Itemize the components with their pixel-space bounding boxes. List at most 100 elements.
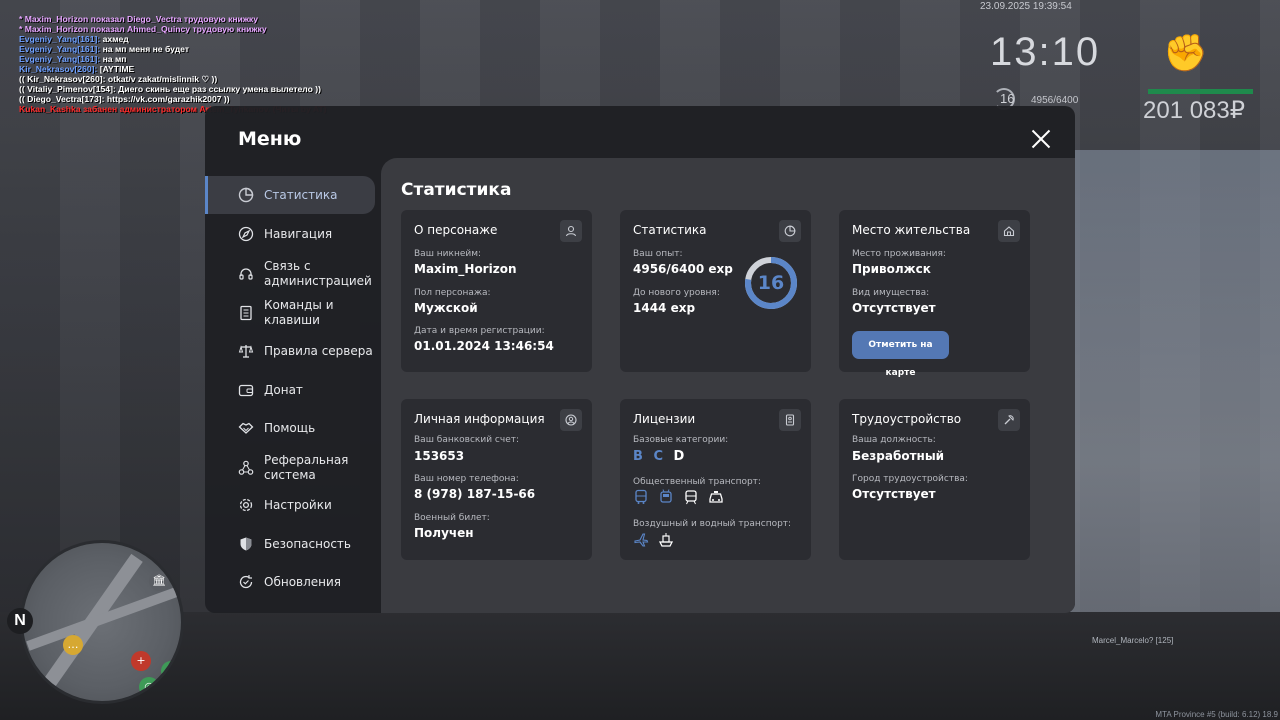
- bank-account-value: 153653: [414, 449, 465, 463]
- close-button[interactable]: [1030, 128, 1052, 150]
- exp-label: Ваш опыт:: [633, 249, 683, 259]
- fist-icon: ✊: [1163, 33, 1208, 74]
- sidebar-item-security[interactable]: Безопасность: [205, 525, 375, 563]
- property-label: Вид имущества:: [852, 288, 930, 298]
- card-title: Лицензии: [633, 412, 696, 426]
- minimap[interactable]: 🏛 … + ⚙ ◎: [20, 540, 184, 704]
- sidebar-item-label: Донат: [264, 382, 303, 397]
- home-icon: [998, 220, 1020, 242]
- chat-line: Evgeniy_Yang[161]: на мп: [19, 54, 127, 64]
- sidebar-item-label: Навигация: [264, 226, 333, 241]
- sidebar-item-label: Обновления: [264, 574, 342, 589]
- boat-icon: [658, 533, 674, 547]
- sky-background: [1070, 150, 1280, 670]
- place-value: Приволжск: [852, 262, 931, 276]
- compass-icon: [237, 225, 255, 243]
- gear-icon: [237, 496, 255, 514]
- card-statistics: Статистика Ваш опыт: 4956/6400 exp До но…: [620, 210, 811, 372]
- player-tag: Marcel_Marcelo? [125]: [1092, 636, 1174, 645]
- license-card-icon: [779, 409, 801, 431]
- next-level-label: До нового уровня:: [633, 288, 720, 298]
- gender-label: Пол персонажа:: [414, 288, 491, 298]
- card-title: Личная информация: [414, 412, 545, 426]
- registration-value: 01.01.2024 13:46:54: [414, 339, 554, 353]
- property-value: Отсутствует: [852, 301, 936, 315]
- person-circle-icon: [560, 409, 582, 431]
- public-transport-label: Общественный транспорт:: [633, 477, 761, 487]
- bank-icon: 🏛: [149, 571, 169, 591]
- sidebar-item-settings[interactable]: Настройки: [205, 486, 375, 524]
- update-icon: [237, 573, 255, 591]
- sidebar-item-commands[interactable]: Команды и клавиши: [205, 293, 375, 333]
- nickname-label: Ваш никнейм:: [414, 249, 482, 259]
- chat-line: (( Diego_Vectra[173]: https://vk.com/gar…: [19, 94, 230, 104]
- sidebar-item-navigation[interactable]: Навигация: [205, 215, 375, 253]
- sidebar-item-statistics[interactable]: Статистика: [205, 176, 375, 214]
- phone-label: Ваш номер телефона:: [414, 474, 519, 484]
- public-transport-icons: [633, 489, 724, 505]
- hud-clock: 13:10: [990, 30, 1101, 74]
- card-licenses: Лицензии Базовые категории: B C D Общест…: [620, 399, 811, 560]
- handshake-icon: [237, 419, 255, 437]
- chat-line: (( Kir_Nekrasov[260]: otkat/v zakat/misl…: [19, 74, 218, 84]
- nickname-value: Maxim_Horizon: [414, 262, 517, 276]
- menu-title: Меню: [238, 128, 302, 150]
- hospital-icon: +: [131, 651, 151, 671]
- sidebar-item-referral[interactable]: Реферальная система: [205, 448, 375, 488]
- target-icon: ◎: [139, 677, 159, 697]
- chat-line: * Maxim_Horizon показал Ahmed_Quincy тру…: [19, 24, 267, 34]
- mark-on-map-button[interactable]: Отметить на карте: [852, 331, 949, 378]
- military-value: Получен: [414, 526, 474, 540]
- headset-icon: [237, 265, 255, 283]
- sidebar-item-label: Безопасность: [264, 536, 351, 551]
- base-categories-label: Базовые категории:: [633, 435, 729, 445]
- trolleybus-icon: [660, 489, 672, 503]
- level-progress-ring: 16: [744, 256, 798, 310]
- card-title: О персонаже: [414, 223, 498, 237]
- content-panel: Статистика О персонаже Ваш никнейм: Maxi…: [381, 158, 1075, 613]
- license-categories: B C D: [633, 449, 690, 464]
- tram-icon: [685, 490, 697, 505]
- hud-datetime: 23.09.2025 19:39:54: [980, 1, 1072, 12]
- registration-label: Дата и время регистрации:: [414, 326, 545, 336]
- chat-line: * Maxim_Horizon показал Diego_Vectra тру…: [19, 14, 259, 24]
- chat-log: * Maxim_Horizon показал Diego_Vectra тру…: [19, 14, 339, 114]
- scales-icon: [237, 342, 255, 360]
- pie-chart-icon: [779, 220, 801, 242]
- content-title: Статистика: [401, 180, 512, 200]
- card-title: Место жительства: [852, 223, 971, 237]
- air-water-icons: [633, 532, 674, 548]
- license-category-b: B: [633, 449, 643, 464]
- next-level-value: 1444 exp: [633, 301, 696, 315]
- license-category-c: C: [653, 449, 663, 464]
- sidebar-item-label: Статистика: [264, 187, 338, 202]
- sidebar-item-label: Реферальная система: [264, 453, 349, 482]
- phone-value: 8 (978) 187-15-66: [414, 487, 536, 501]
- sidebar-item-contact-admin[interactable]: Связь с администрацией: [205, 254, 375, 294]
- menu-panel: Меню Статистика Навигация Связь с админи…: [205, 106, 1075, 613]
- sidebar-item-label: Связь с администрацией: [264, 259, 372, 288]
- build-info: MTA Province #5 (build: 6.12) 18.9: [1155, 710, 1278, 719]
- chat-bubble-icon: …: [63, 635, 83, 655]
- sidebar-item-donate[interactable]: Донат: [205, 371, 375, 409]
- network-icon: [237, 459, 255, 477]
- sidebar-item-label: Команды и клавиши: [264, 298, 334, 327]
- license-category-d: D: [673, 449, 685, 464]
- bank-account-label: Ваш банковский счет:: [414, 435, 520, 445]
- chat-line: Kir_Nekrasov[260]: [AYTIME: [19, 64, 135, 74]
- user-icon: [560, 220, 582, 242]
- work-city-label: Город трудоустройства:: [852, 474, 968, 484]
- chat-line: Evgeniy_Yang[161]: ахмед: [19, 34, 129, 44]
- pie-chart-icon: [237, 186, 255, 204]
- position-label: Ваша должность:: [852, 435, 936, 445]
- place-label: Место проживания:: [852, 249, 946, 259]
- chat-line: Evgeniy_Yang[161]: на мп меня не будет: [19, 44, 190, 54]
- compass-north: N: [7, 608, 33, 634]
- card-title: Статистика: [633, 223, 707, 237]
- bus-icon: [635, 489, 647, 504]
- sidebar-item-rules[interactable]: Правила сервера: [205, 332, 375, 370]
- sidebar-item-updates[interactable]: Обновления: [205, 563, 375, 601]
- sidebar-item-help[interactable]: Помощь: [205, 409, 375, 447]
- street-background: [0, 612, 1280, 720]
- card-title: Трудоустройство: [852, 412, 962, 426]
